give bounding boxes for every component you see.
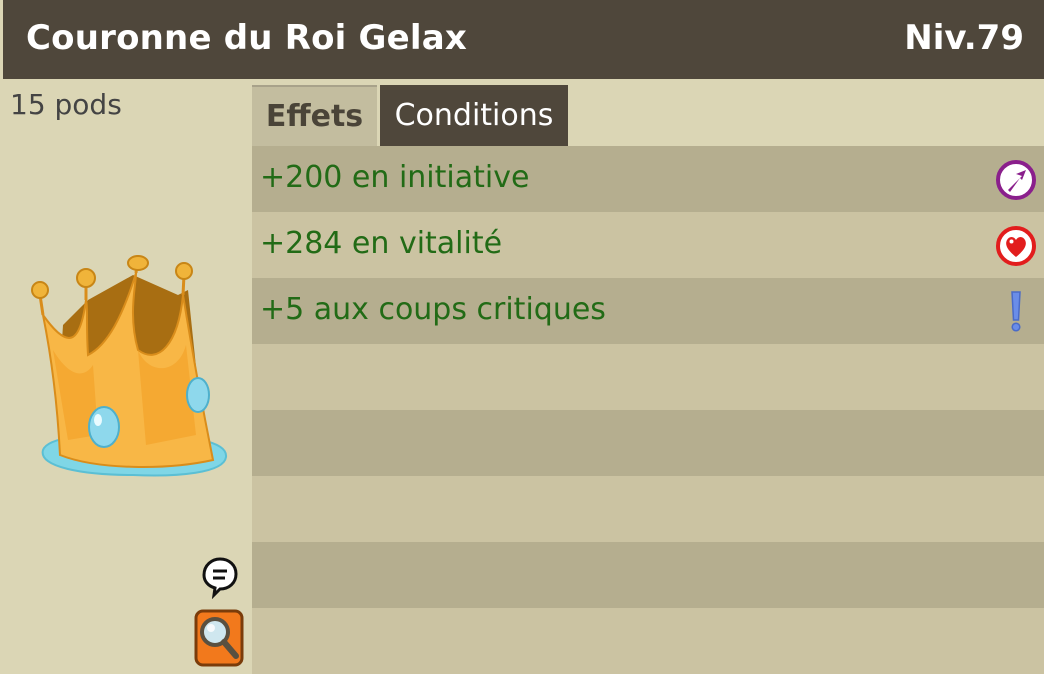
effect-text: +284 en vitalité (260, 226, 503, 261)
effects-list: +200 en initiative +284 en vitalité +5 a… (252, 146, 1044, 674)
empty-effect-row (252, 410, 1044, 476)
effect-row-vitality: +284 en vitalité (252, 212, 1044, 278)
zoom-button[interactable] (194, 608, 244, 668)
critical-exclamation-icon (1011, 291, 1021, 332)
vitality-heart-icon (996, 226, 1036, 266)
item-title-bar: Couronne du Roi Gelax Niv.79 (3, 0, 1044, 79)
speech-bubble-icon (202, 557, 238, 600)
item-weight: 15 pods (10, 88, 122, 121)
empty-effect-row (252, 476, 1044, 542)
initiative-arrow-icon (996, 160, 1036, 200)
effect-row-critical: +5 aux coups critiques (252, 278, 1044, 344)
tab-effets[interactable]: Effets (252, 85, 377, 146)
tab-conditions[interactable]: Conditions (380, 85, 568, 146)
effect-text: +5 aux coups critiques (260, 292, 606, 327)
item-name: Couronne du Roi Gelax (26, 18, 468, 58)
effect-row-initiative: +200 en initiative (252, 146, 1044, 212)
empty-effect-row (252, 608, 1044, 674)
details-tabs: Effets Conditions (252, 80, 1044, 146)
item-details-panel: Effets Conditions +200 en initiative +28… (252, 80, 1044, 674)
chat-bubble-button[interactable] (198, 555, 242, 600)
empty-effect-row (252, 542, 1044, 608)
effect-text: +200 en initiative (260, 160, 530, 195)
empty-effect-row (252, 344, 1044, 410)
magnifier-icon (194, 609, 244, 667)
crown-item-image (31, 255, 227, 477)
item-level: Niv.79 (904, 18, 1024, 58)
item-image-panel: 15 pods (3, 80, 252, 674)
